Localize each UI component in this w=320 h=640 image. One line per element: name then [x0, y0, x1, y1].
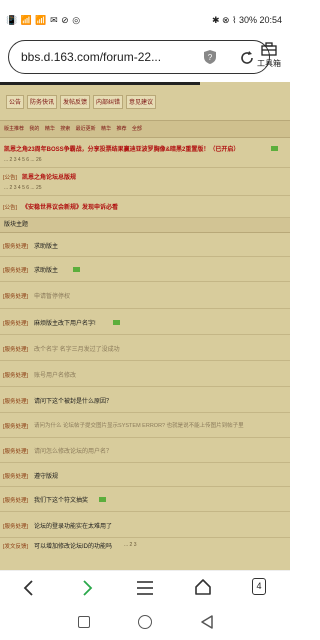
thread-tag: [公告]: [3, 205, 18, 211]
toolbox-icon: [261, 42, 277, 56]
status-bar: 📳 📶 📶 ✉ ⊘ ◎ ✱ ⊗ ⌇ 30% 20:54: [0, 0, 290, 38]
thread-tag: [服务处理]: [3, 474, 29, 480]
thread-tag: [服务处理]: [3, 321, 29, 327]
thread-tag: [服务处理]: [3, 399, 29, 405]
tab-suggestions[interactable]: 意见建议: [126, 95, 156, 109]
thread-row[interactable]: [服务处理] 请问怎么修改论坛的用户名？: [0, 438, 290, 463]
thread-tag: [公告]: [3, 175, 18, 181]
strip-item[interactable]: 我的: [29, 126, 39, 132]
thread-tag: [服务处理]: [3, 424, 29, 430]
page-links[interactable]: ... 2 3 4 5 6 ... 25: [4, 185, 42, 191]
page-links[interactable]: ... 2 3: [124, 542, 137, 548]
forward-icon[interactable]: [80, 579, 94, 597]
thread-title[interactable]: 遵守版规: [34, 471, 58, 480]
section-header: 版块主题: [0, 218, 290, 233]
load-progress-bar: [0, 82, 201, 85]
strip-item[interactable]: 精华: [45, 126, 55, 132]
thread-row[interactable]: [服务处理] 求助版主: [0, 233, 290, 257]
new-post-icon: [73, 267, 80, 272]
thread-row[interactable]: [服务处理] 请问为什么 论坛帖子提交图片显示SYSTEM ERROR? 也就是…: [0, 413, 290, 438]
announcement-row[interactable]: [公告] 凯恩之角论坛总版规 ... 2 3 4 5 6 ... 25: [0, 168, 290, 196]
back-triangle-icon[interactable]: [200, 615, 214, 629]
announcement-title[interactable]: 《安稳世界议会新规》发现申诉必看: [22, 202, 118, 211]
tab-count-button[interactable]: 4: [252, 578, 266, 595]
announcement-title[interactable]: 凯恩之角论坛总版规: [22, 172, 76, 181]
home-icon[interactable]: [194, 578, 212, 596]
new-post-icon: [113, 320, 120, 325]
thread-title[interactable]: 求助版主: [34, 241, 58, 250]
back-icon[interactable]: [22, 579, 36, 597]
toolbox-label: 工具箱: [257, 59, 281, 68]
thread-row[interactable]: [发文反馈] 可以增加修改论坛ID的功能吗 ... 2 3: [0, 538, 290, 570]
toolbox-button[interactable]: 工具箱: [252, 42, 286, 74]
thread-row[interactable]: [服务处理] 我们下这个符文抽奖: [0, 487, 290, 512]
forum-tab-bar: 公告 防务快讯 发帖反馈 内部纠错 意见建议: [0, 93, 290, 111]
strip-item[interactable]: 版主推荐: [4, 126, 24, 132]
thread-title[interactable]: 我们下这个符文抽奖: [34, 495, 88, 504]
thread-tag: [服务处理]: [3, 373, 29, 379]
thread-title[interactable]: 可以增加修改论坛ID的功能吗: [34, 541, 112, 550]
thread-tag: [服务处理]: [3, 449, 29, 455]
page-links[interactable]: ... 2 3 4 5 6 ... 26: [4, 157, 42, 163]
thread-row[interactable]: [服务处理] 遵守版规: [0, 463, 290, 487]
thread-tag: [服务处理]: [3, 244, 29, 250]
thread-tag: [服务处理]: [3, 524, 29, 530]
announcement-title[interactable]: 凯恩之角23周年BOSS争霸战，分享投票结果赢迪亚波罗胸像&暗黑2重置版！（已开…: [4, 144, 239, 153]
thread-row[interactable]: [服务处理] 求助版主: [0, 257, 290, 282]
tab-error-report[interactable]: 内部纠错: [93, 95, 123, 109]
thread-title[interactable]: 请问怎么修改论坛的用户名？: [34, 446, 112, 455]
thread-title[interactable]: 求助版主: [34, 265, 58, 274]
thread-row[interactable]: [服务处理] 账号用户名修改: [0, 361, 290, 387]
address-bar[interactable]: bbs.d.163.com/forum-22... ?: [8, 40, 270, 74]
strip-item[interactable]: 搜索: [60, 126, 70, 132]
thread-title[interactable]: 论坛的登录功能实在太难用了: [34, 521, 112, 530]
section-title: 版块主题: [4, 222, 29, 228]
thread-title[interactable]: 申请暂停停权: [34, 291, 70, 300]
thread-row[interactable]: [服务处理] 改个名字 名字三月发过了没成功: [0, 335, 290, 361]
thread-row[interactable]: [服务处理] 麻烦版主改下用户名字!: [0, 309, 290, 335]
thread-row[interactable]: [服务处理] 请问下这个被封是什么原因？: [0, 387, 290, 413]
home-circle-icon[interactable]: [138, 615, 152, 629]
svg-text:?: ?: [208, 53, 213, 62]
system-nav-bar: [0, 604, 290, 640]
strip-item[interactable]: 全部: [132, 126, 142, 132]
tab-notice[interactable]: 公告: [6, 95, 24, 109]
shield-icon[interactable]: ?: [203, 49, 217, 65]
new-post-icon: [271, 146, 278, 151]
thread-tag: [发文反馈]: [3, 544, 29, 550]
status-right-info: ✱ ⊗ ⌇ 30% 20:54: [211, 15, 282, 25]
strip-item[interactable]: 推荐: [116, 126, 126, 132]
menu-icon[interactable]: [136, 580, 154, 596]
url-text[interactable]: bbs.d.163.com/forum-22...: [21, 50, 161, 64]
new-post-icon: [99, 497, 106, 502]
browser-nav-bar: 4: [0, 570, 290, 605]
thread-title[interactable]: 请问下这个被封是什么原因？: [34, 396, 112, 405]
tab-feedback[interactable]: 发帖反馈: [60, 95, 90, 109]
thread-title[interactable]: 请问为什么 论坛帖子提交图片显示SYSTEM ERROR? 也就是说不能上传图片…: [34, 421, 244, 429]
thread-row[interactable]: [服务处理] 论坛的登录功能实在太难用了: [0, 512, 290, 538]
thread-tag: [服务处理]: [3, 268, 29, 274]
thread-tag: [服务处理]: [3, 498, 29, 504]
thread-tag: [服务处理]: [3, 347, 29, 353]
status-left-icons: 📳 📶 📶 ✉ ⊘ ◎: [6, 15, 81, 25]
tab-defense-news[interactable]: 防务快讯: [27, 95, 57, 109]
thread-title[interactable]: 改个名字 名字三月发过了没成功: [34, 344, 120, 353]
announcement-row[interactable]: 凯恩之角23周年BOSS争霸战，分享投票结果赢迪亚波罗胸像&暗黑2重置版！（已开…: [0, 140, 290, 168]
strip-item[interactable]: 最近更新: [76, 126, 96, 132]
recent-apps-icon[interactable]: [78, 616, 90, 628]
announcement-row[interactable]: [公告] 《安稳世界议会新规》发现申诉必看: [0, 196, 290, 218]
thread-tag: [服务处理]: [3, 294, 29, 300]
filter-strip: 版主推荐 我的 精华 搜索 最近更新 精华 推荐 全部: [0, 120, 290, 138]
thread-title[interactable]: 账号用户名修改: [34, 370, 76, 379]
thread-row[interactable]: [服务处理] 申请暂停停权: [0, 282, 290, 309]
strip-item[interactable]: 精华: [101, 126, 111, 132]
thread-title[interactable]: 麻烦版主改下用户名字!: [34, 318, 96, 327]
